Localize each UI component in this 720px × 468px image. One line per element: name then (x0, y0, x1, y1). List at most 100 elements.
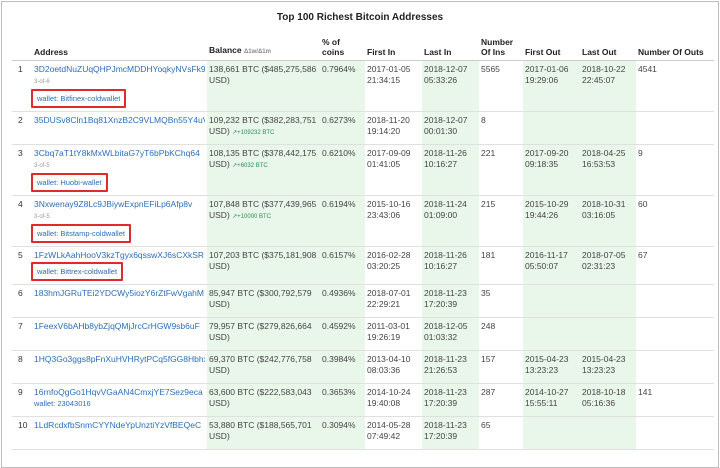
row-last-out: 2015-04-23 13:23:23 (580, 350, 636, 384)
last-out-date: 2018-10-31 (582, 199, 626, 209)
row-rank: 9 (12, 383, 32, 417)
wallet-label[interactable]: wallet: 23043016 (34, 398, 91, 409)
table-row: 5 1FzWLkAahHooV3kzTgyx6qsswXJ6sCXkSR wal… (12, 246, 714, 285)
wallet-label[interactable]: wallet: Huobi-wallet (31, 173, 108, 192)
row-last-in: 2018-12-05 01:03:32 (422, 317, 479, 351)
row-num-outs: 9 (636, 144, 714, 196)
row-last-out: 2018-10-18 05:16:36 (580, 383, 636, 417)
col-last-in[interactable]: Last In (422, 30, 479, 61)
address-link[interactable]: 16rnfoQgGo1HqvVGaAN4CmxjYE7Sez9eca (34, 387, 205, 398)
col-first-out[interactable]: First Out (523, 30, 580, 61)
first-in-date: 2018-07-01 (367, 288, 411, 298)
first-out-time: 13:23:23 (525, 365, 559, 375)
row-first-in: 2018-07-01 22:29:21 (365, 284, 422, 318)
col-first-in[interactable]: First In (365, 30, 422, 61)
row-num-outs: 60 (636, 195, 714, 247)
last-in-time: 17:20:39 (424, 398, 458, 408)
row-first-in: 2015-10-16 23:43:06 (365, 195, 422, 247)
row-first-out (523, 111, 580, 145)
last-in-time: 05:33:26 (424, 75, 458, 85)
row-num-outs (636, 111, 714, 145)
row-rank: 10 (12, 416, 32, 450)
address-link[interactable]: 3Cbq7aT1tY8kMxWLbitaG7yT6bPbKChq64 (34, 148, 205, 159)
first-out-date: 2016-11-17 (525, 250, 568, 260)
first-in-time: 19:40:08 (367, 398, 401, 408)
last-out-date: 2018-10-18 (582, 387, 626, 397)
first-out-date: 2014-10-27 (525, 387, 569, 397)
row-num-ins: 248 (479, 317, 523, 351)
row-last-in: 2018-11-23 17:20:39 (422, 284, 479, 318)
col-balance[interactable]: Balance Δ1w/Δ1m (207, 30, 320, 61)
first-in-date: 2016-02-28 (367, 250, 411, 260)
first-in-time: 03:20:25 (367, 261, 401, 271)
address-link[interactable]: 3Nxwenay9Z8Lc9JBiywExpnEFiLp6Afp8v (34, 199, 205, 210)
last-in-time: 00:01:30 (424, 126, 458, 136)
row-last-out (580, 317, 636, 351)
row-balance: 108,135 BTC ($378,442,175 USD) ↗+6032 BT… (207, 144, 320, 196)
row-pct: 0.3984% (320, 350, 365, 384)
last-in-time: 01:09:00 (424, 210, 458, 220)
first-out-date: 2017-01-06 (525, 64, 569, 74)
row-last-in: 2018-12-07 00:01:30 (422, 111, 479, 145)
row-last-in: 2018-11-23 17:20:39 (422, 416, 479, 450)
wallet-label[interactable]: wallet: Bitfinex-coldwallet (31, 89, 127, 108)
col-last-out[interactable]: Last Out (580, 30, 636, 61)
balance-value: 107,203 BTC ($375,181,908 USD) (209, 250, 317, 271)
first-in-date: 2017-01-05 (367, 64, 411, 74)
last-out-date: 2015-04-23 (582, 354, 626, 364)
row-last-in: 2018-11-26 10:16:27 (422, 246, 479, 285)
address-link[interactable]: 1LdRcdxfbSnmCYYNdeYpUnztiYzVfBEQeC (34, 420, 205, 431)
address-link[interactable]: 183hmJGRuTEi2YDCWy5iozY6rZtFwVgahM (34, 288, 205, 299)
row-num-outs (636, 284, 714, 318)
address-link[interactable]: 1FeexV6bAHb8ybZjqQMjJrcCrHGW9sb6uF (34, 321, 205, 332)
first-in-date: 2018-11-20 (367, 115, 410, 125)
last-in-time: 01:03:32 (424, 332, 458, 342)
row-last-in: 2018-12-07 05:33:26 (422, 60, 479, 112)
row-address-cell: 3Nxwenay9Z8Lc9JBiywExpnEFiLp6Afp8v 3-of-… (31, 195, 207, 247)
last-in-time: 21:26:53 (424, 365, 458, 375)
row-address-cell: 35DUSv8Cln1Bq81XnzB2C9VLMQBn55Y4uV (32, 111, 207, 145)
row-num-ins: 287 (479, 383, 523, 417)
address-link[interactable]: 3D2oetdNuZUqQHPJmcMDDHYoqkyNVsFk9r (34, 64, 205, 75)
row-address-cell: 1FzWLkAahHooV3kzTgyx6qsswXJ6sCXkSR walle… (31, 246, 207, 285)
last-out-time: 13:23:23 (582, 365, 616, 375)
address-link[interactable]: 1FzWLkAahHooV3kzTgyx6qsswXJ6sCXkSR (34, 250, 205, 261)
col-num-ins[interactable]: Number Of Ins (479, 30, 523, 61)
table-row: 3 3Cbq7aT1tY8kMxWLbitaG7yT6bPbKChq64 3-o… (12, 144, 714, 196)
row-num-ins: 181 (479, 246, 523, 285)
row-num-outs: 141 (636, 383, 714, 417)
multisig-label: 3-of-5 (34, 214, 50, 220)
row-address-cell: 3D2oetdNuZUqQHPJmcMDDHYoqkyNVsFk9r 3-of-… (31, 60, 207, 112)
address-link[interactable]: 1HQ3Go3ggs8pFnXuHVHRytPCq5fGG8Hbhx (34, 354, 205, 365)
row-num-outs (636, 317, 714, 351)
first-in-time: 07:49:42 (367, 431, 401, 441)
row-balance: 107,848 BTC ($377,439,965 USD) ↗+10000 B… (207, 195, 320, 247)
row-num-ins: 8 (479, 111, 523, 145)
row-first-in: 2016-02-28 03:20:25 (365, 246, 422, 285)
last-out-date: 2018-07-05 (582, 250, 626, 260)
row-rank: 4 (12, 195, 32, 247)
address-link[interactable]: 35DUSv8Cln1Bq81XnzB2C9VLMQBn55Y4uV (34, 115, 205, 126)
last-out-time: 05:16:36 (582, 398, 616, 408)
row-address-cell: 1FeexV6bAHb8ybZjqQMjJrcCrHGW9sb6uF (32, 317, 207, 351)
col-balance-delta: Δ1w/Δ1m (243, 49, 271, 55)
row-last-out: 2018-04-25 16:53:53 (580, 144, 636, 196)
rich-list-table: Address Balance Δ1w/Δ1m % of coins First… (12, 30, 714, 450)
table-row: 8 1HQ3Go3ggs8pFnXuHVHRytPCq5fGG8Hbhx 69,… (12, 350, 714, 384)
col-num-outs[interactable]: Number Of Outs (636, 30, 714, 61)
wallet-label[interactable]: wallet: Bittrex-coldwallet (31, 262, 124, 281)
col-address[interactable]: Address (32, 30, 207, 61)
row-first-out: 2015-10-29 19:44:26 (523, 195, 580, 247)
last-in-date: 2018-11-23 (424, 354, 467, 364)
col-pct[interactable]: % of coins (320, 30, 365, 61)
row-num-outs (636, 416, 714, 450)
row-pct: 0.6273% (320, 111, 365, 145)
row-pct: 0.7964% (320, 60, 365, 112)
row-num-outs (636, 350, 714, 384)
wallet-label[interactable]: wallet: Bitstamp-coldwallet (31, 224, 131, 243)
balance-value: 79,957 BTC ($279,826,664 USD) (209, 321, 312, 342)
table-header-row: Address Balance Δ1w/Δ1m % of coins First… (12, 30, 714, 61)
first-out-date: 2017-09-20 (525, 148, 569, 158)
row-rank: 1 (12, 60, 32, 112)
row-first-in: 2014-05-28 07:49:42 (365, 416, 422, 450)
